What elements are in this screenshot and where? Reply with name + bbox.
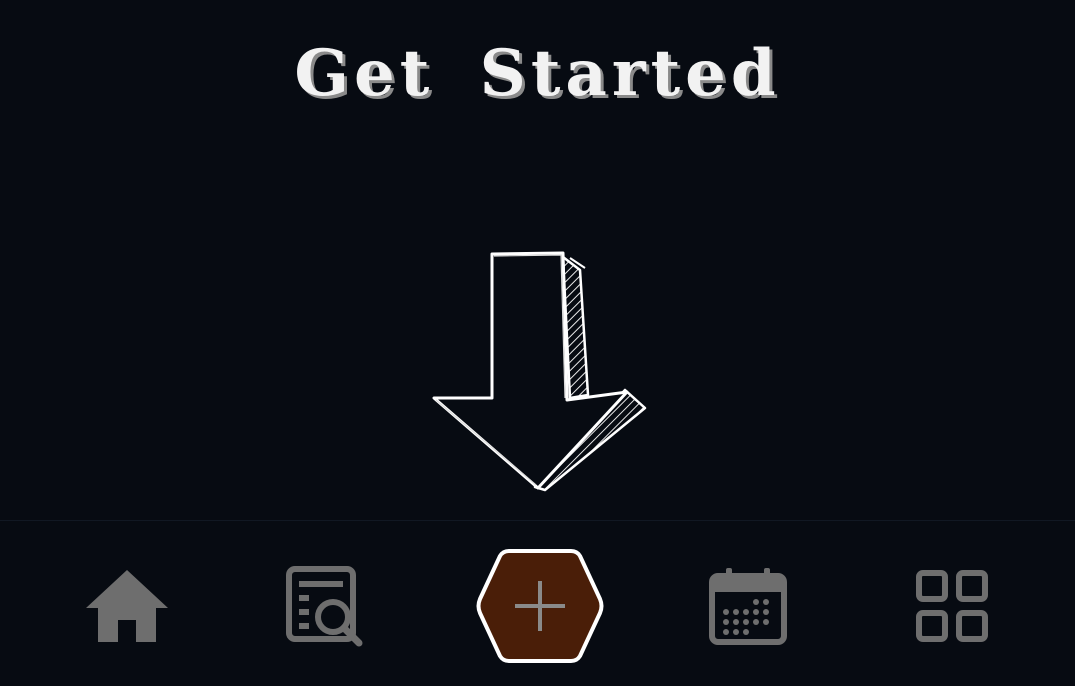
- bottom-navigation-bar: [0, 520, 1075, 686]
- grid-icon: [916, 570, 988, 642]
- nav-search-list-button[interactable]: [275, 561, 375, 651]
- app-screen: Get Started: [0, 0, 1075, 686]
- add-button[interactable]: [475, 547, 605, 665]
- calendar-icon: [709, 568, 787, 645]
- main-content: Get Started: [0, 0, 1075, 520]
- nav-grid-button[interactable]: [902, 561, 1002, 651]
- nav-home-button[interactable]: [77, 561, 177, 651]
- page-title: Get Started: [294, 36, 781, 111]
- down-arrow-icon: [432, 251, 647, 492]
- nav-calendar-button[interactable]: [698, 561, 798, 651]
- home-icon: [86, 570, 168, 642]
- list-search-icon: [286, 566, 363, 647]
